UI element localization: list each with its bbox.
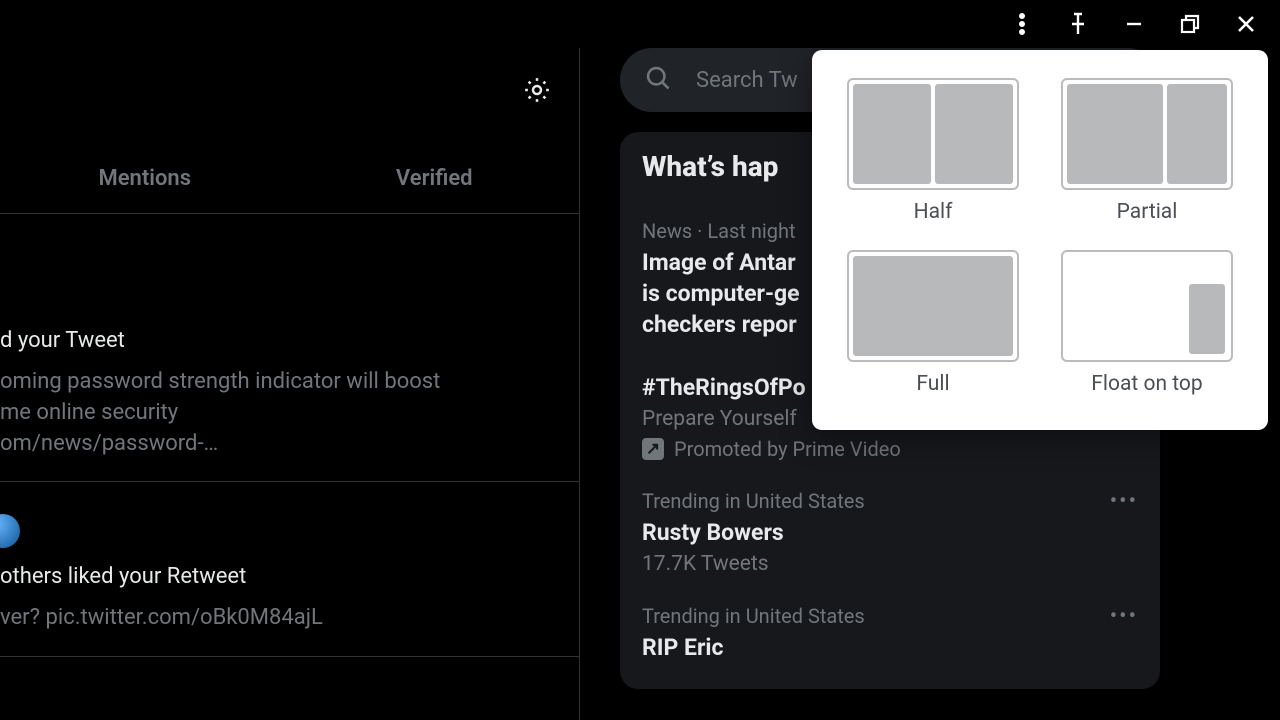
promoted-icon: ↗ [642,438,664,460]
avatar [0,514,20,548]
notification-item[interactable]: others liked your Retweet ver? pic.twitt… [0,516,579,657]
trend-more-icon[interactable]: ••• [1110,489,1138,514]
trend-item[interactable]: Trending in United States Rusty Bowers 1… [642,475,1138,590]
trend-count: 17.7K Tweets [642,552,1138,576]
notification-title: others liked your Retweet [0,564,579,589]
minimize-icon[interactable] [1120,10,1148,38]
notification-body: ver? pic.twitter.com/oBk0M84ajL [0,603,579,634]
search-placeholder: Search Tw [696,68,798,93]
more-vert-icon[interactable] [1008,10,1036,38]
layout-option-full[interactable]: Full [840,250,1026,396]
layout-label: Full [840,372,1026,396]
layout-label: Float on top [1054,372,1240,396]
trend-meta: Trending in United States [642,489,1138,513]
layout-option-float[interactable]: Float on top [1054,250,1240,396]
settings-button[interactable] [519,72,555,108]
window-titlebar [1008,0,1280,48]
notification-body: oming password strength indicator will b… [0,367,579,459]
layout-option-partial[interactable]: Partial [1054,78,1240,224]
layout-option-half[interactable]: Half [840,78,1026,224]
layout-preview [847,78,1019,190]
pin-icon[interactable] [1064,10,1092,38]
window-layout-popup: Half Partial Full Float on top [812,50,1268,430]
notifications-column: Mentions Verified d your Tweet oming pas… [0,48,580,720]
tab-mentions[interactable]: Mentions [0,148,290,213]
notification-item[interactable]: d your Tweet oming password strength ind… [0,328,579,482]
restore-icon[interactable] [1176,10,1204,38]
layout-preview [847,250,1019,362]
layout-preview [1061,78,1233,190]
trend-more-icon[interactable]: ••• [1110,604,1138,629]
search-icon [644,64,672,96]
layout-label: Partial [1054,200,1240,224]
trend-title: Rusty Bowers [642,517,1138,548]
layout-label: Half [840,200,1026,224]
layout-preview [1061,250,1233,362]
trend-item[interactable]: Trending in United States RIP Eric ••• [642,590,1138,681]
tab-verified[interactable]: Verified [290,148,580,213]
notifications-tabs: Mentions Verified [0,148,579,214]
trend-title: RIP Eric [642,632,1138,663]
close-icon[interactable] [1232,10,1260,38]
notification-title: d your Tweet [0,328,579,353]
trend-promoted: ↗ Promoted by Prime Video [642,437,1138,461]
trend-meta: Trending in United States [642,604,1138,628]
